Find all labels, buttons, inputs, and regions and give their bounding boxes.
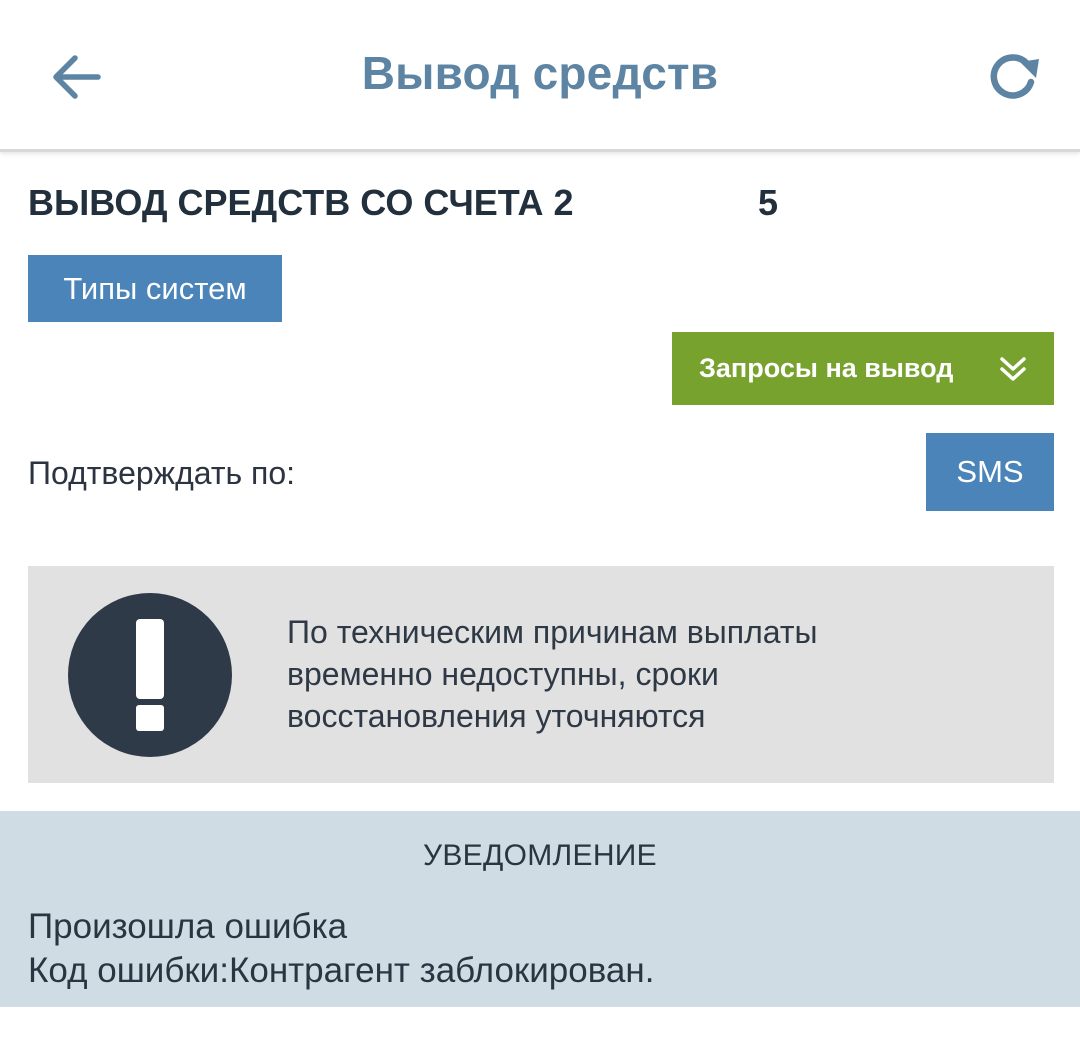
- alert-line: временно недоступны, сроки: [287, 656, 719, 692]
- withdrawal-requests-label: Запросы на вывод: [699, 353, 954, 383]
- page-title: Вывод средств: [361, 47, 719, 99]
- notification-title: УВЕДОМЛЕНИЕ: [423, 839, 657, 872]
- exclamation-circle-icon: [68, 593, 232, 757]
- system-types-button[interactable]: Типы систем: [28, 255, 282, 322]
- error-message: Произошла ошибка: [28, 907, 348, 946]
- double-chevron-down-icon: [1000, 357, 1026, 381]
- alert-line: По техническим причинам выплаты: [287, 614, 818, 650]
- error-code: Код ошибки:Контрагент заблокирован.: [28, 951, 655, 990]
- refresh-icon: [990, 54, 1039, 99]
- confirm-by-label: Подтверждать по:: [28, 455, 296, 491]
- alert-banner: По техническим причинам выплаты временно…: [28, 566, 1054, 783]
- account-number: 5: [758, 182, 779, 223]
- refresh-button[interactable]: [980, 44, 1048, 112]
- alert-line: восстановления уточняются: [287, 698, 706, 734]
- sms-confirm-button[interactable]: SMS: [926, 433, 1054, 511]
- account-title: ВЫВОД СРЕДСТВ СО СЧЕТА 2: [28, 182, 574, 223]
- notification-panel: УВЕДОМЛЕНИЕ Произошла ошибка Код ошибки:…: [0, 811, 1080, 1007]
- alert-message: По техническим причинам выплаты временно…: [287, 611, 1007, 737]
- withdrawal-requests-button[interactable]: Запросы на вывод: [672, 332, 1054, 405]
- app-header: Вывод средств: [0, 0, 1080, 152]
